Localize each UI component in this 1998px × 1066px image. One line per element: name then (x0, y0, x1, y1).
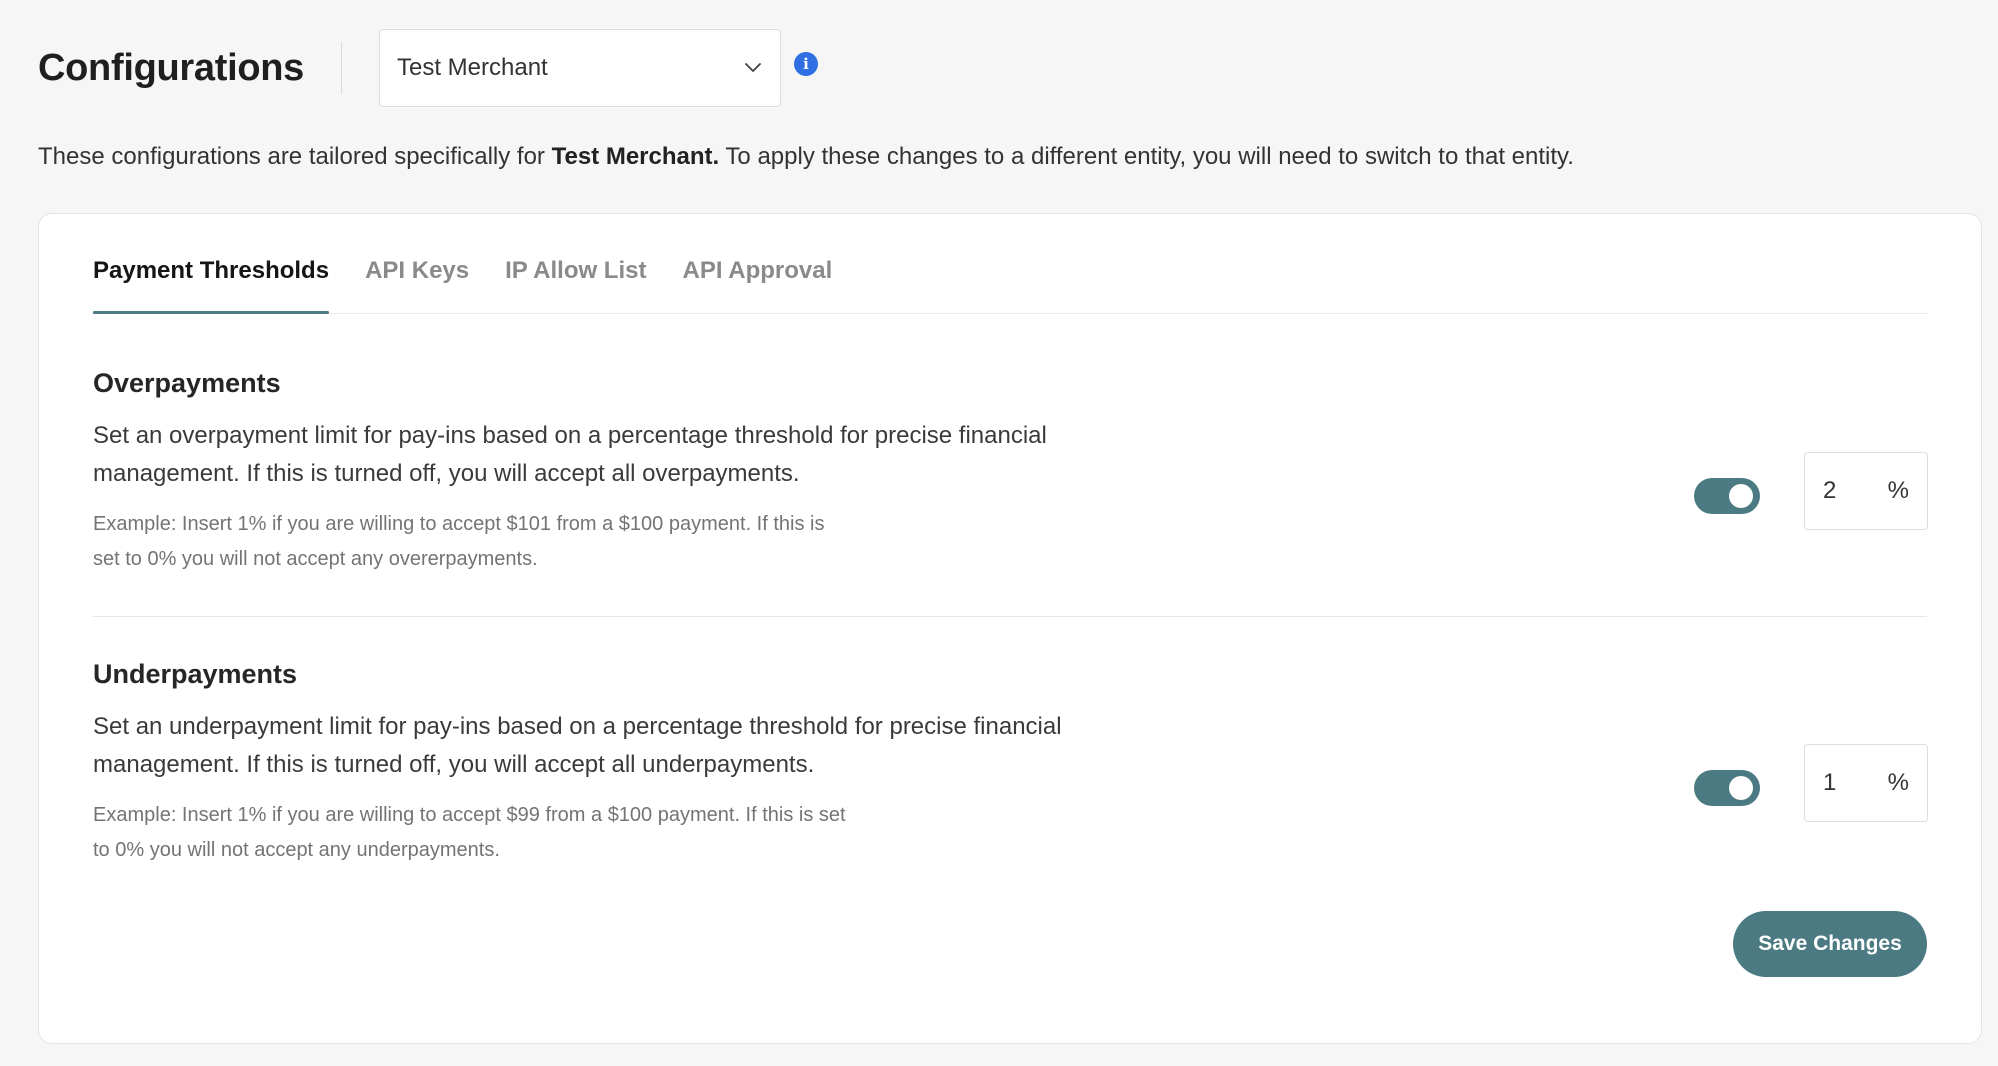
info-icon[interactable]: i (794, 52, 818, 76)
overpayments-example: Example: Insert 1% if you are willing to… (93, 513, 825, 570)
overpayments-percent-field[interactable]: % (1804, 452, 1928, 530)
page-title: Configurations (38, 46, 304, 89)
entity-select-value: Test Merchant (397, 54, 548, 81)
toggle-knob (1729, 776, 1753, 800)
header-divider (341, 42, 342, 94)
underpayments-section: Underpayments Set an underpayment limit … (93, 659, 1927, 868)
overpayments-percent-unit: % (1887, 477, 1909, 504)
overpayments-toggle[interactable] (1694, 478, 1760, 514)
tab-ip-allow-list[interactable]: IP Allow List (505, 257, 646, 313)
overpayments-title: Overpayments (93, 368, 281, 398)
entity-select[interactable]: Test Merchant (379, 29, 781, 107)
configuration-card: Payment Thresholds API Keys IP Allow Lis… (38, 213, 1982, 1044)
tab-api-approval[interactable]: API Approval (682, 257, 832, 313)
underpayments-percent-field[interactable]: % (1804, 744, 1928, 822)
save-changes-button[interactable]: Save Changes (1733, 911, 1927, 977)
configurations-page: Configurations Test Merchant i These con… (0, 0, 1998, 1066)
page-header: Configurations Test Merchant i (38, 29, 818, 107)
intro-suffix: To apply these changes to a different en… (719, 143, 1574, 170)
underpayments-title: Underpayments (93, 659, 298, 689)
underpayments-percent-input[interactable] (1823, 769, 1873, 797)
overpayments-section: Overpayments Set an overpayment limit fo… (93, 368, 1927, 577)
underpayments-toggle[interactable] (1694, 770, 1760, 806)
section-divider (93, 616, 1927, 617)
tab-payment-thresholds[interactable]: Payment Thresholds (93, 257, 330, 314)
intro-prefix: These configurations are tailored specif… (38, 143, 552, 170)
overpayments-percent-input[interactable] (1823, 477, 1873, 505)
overpayments-description: Set an overpayment limit for pay-ins bas… (93, 422, 1047, 487)
underpayments-description: Set an underpayment limit for pay-ins ba… (93, 713, 1062, 778)
intro-text: These configurations are tailored specif… (38, 143, 1574, 171)
tab-bar: Payment Thresholds API Keys IP Allow Lis… (93, 214, 1927, 314)
underpayments-example: Example: Insert 1% if you are willing to… (93, 804, 846, 861)
toggle-knob (1729, 484, 1753, 508)
intro-entity: Test Merchant. (551, 143, 720, 170)
chevron-down-icon (743, 58, 763, 78)
underpayments-percent-unit: % (1887, 769, 1909, 796)
tab-api-keys[interactable]: API Keys (365, 257, 469, 313)
